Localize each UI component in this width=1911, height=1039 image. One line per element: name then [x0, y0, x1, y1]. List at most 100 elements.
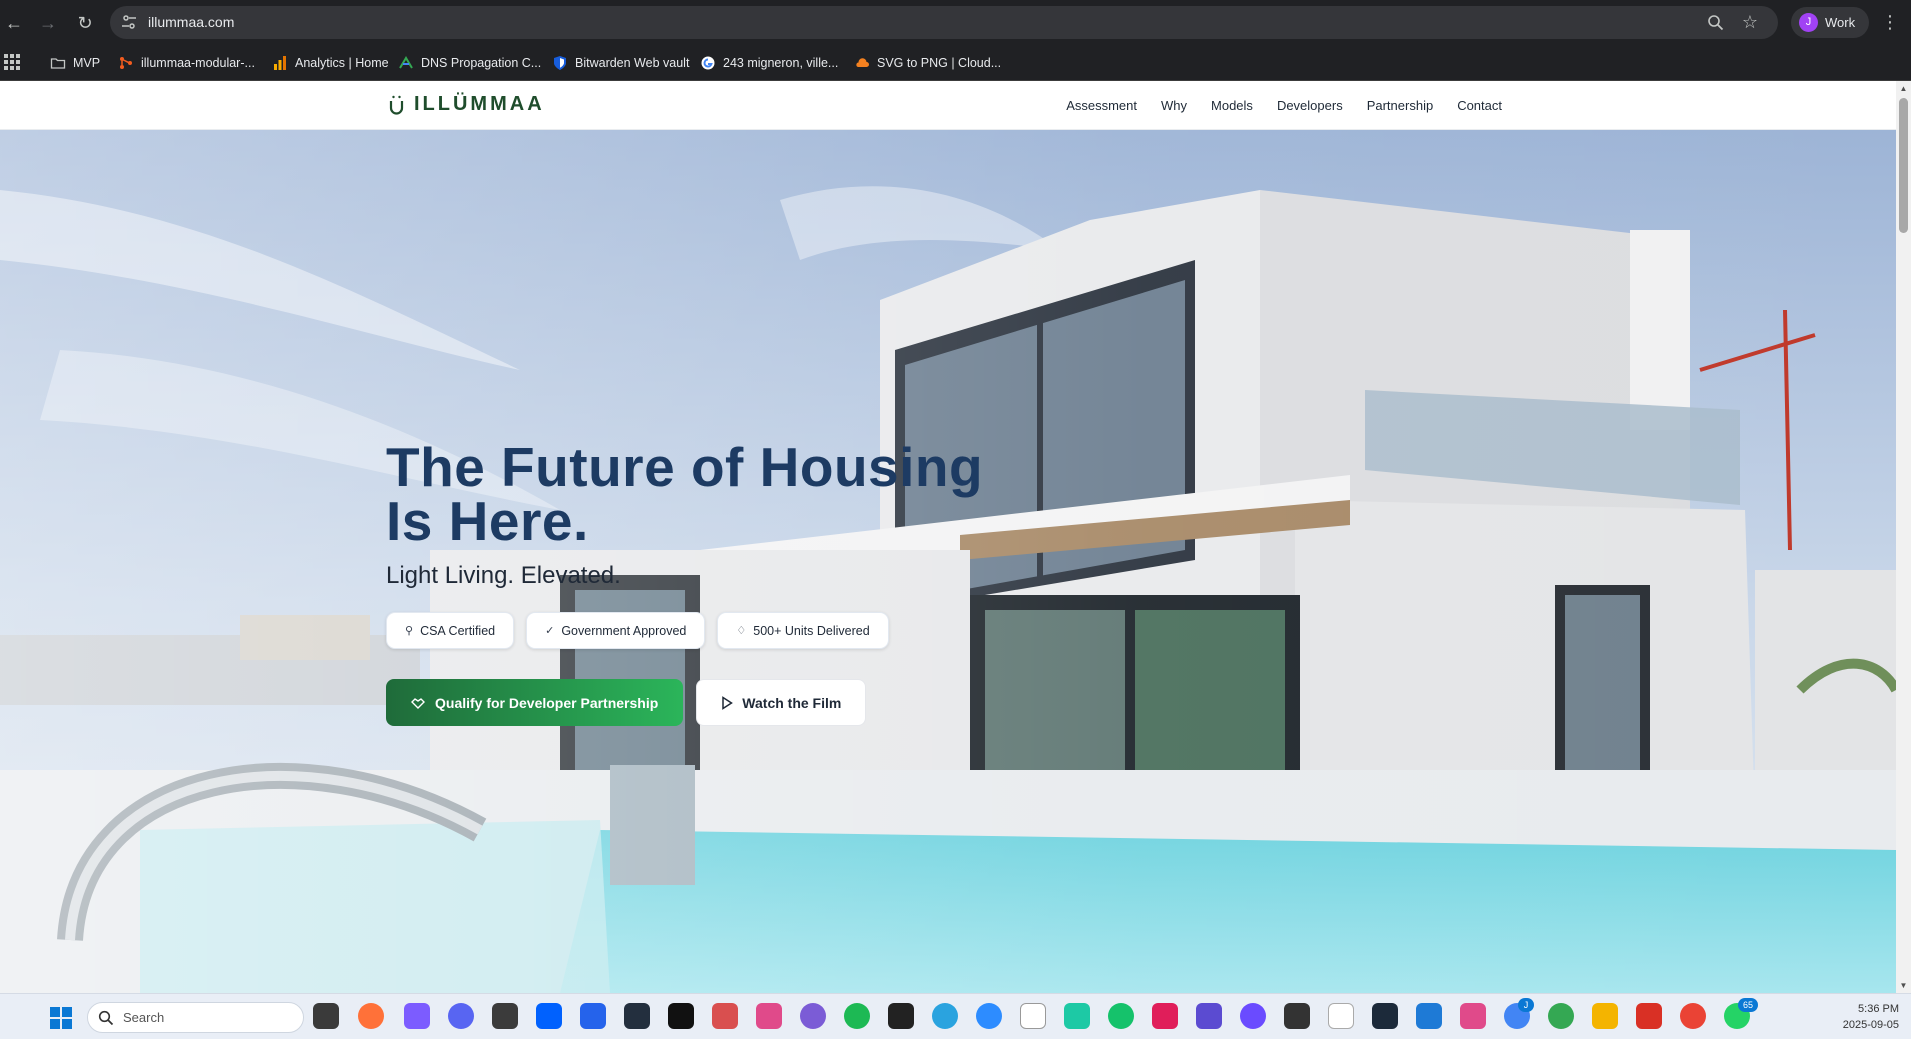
whatsapp-badge: 65 [1738, 998, 1758, 1012]
wikipedia-icon[interactable] [1328, 1003, 1354, 1029]
check-circle-icon: ✓ [545, 625, 555, 637]
address-bar[interactable]: illummaa.com ☆ [110, 6, 1778, 39]
nav-link-assessment[interactable]: Assessment [1066, 98, 1137, 113]
chrome-profile-badge: J [1518, 998, 1534, 1012]
trophy-icon: ♢ [736, 625, 747, 637]
back-arrow-icon[interactable]: ← [2, 11, 26, 35]
app-icon[interactable] [492, 1003, 518, 1029]
qualify-partnership-button[interactable]: Qualify for Developer Partnership [386, 679, 684, 726]
camera-app-icon[interactable] [888, 1003, 914, 1029]
search-icon [98, 1010, 114, 1026]
badge-csa-certified: ⚲ CSA Certified [386, 612, 515, 649]
windows-start-icon[interactable] [50, 1007, 72, 1029]
capcut-icon[interactable] [668, 1003, 694, 1029]
main-nav: Assessment Why Models Developers Partner… [1066, 81, 1502, 130]
hero-actions: Qualify for Developer Partnership Watch … [386, 679, 867, 726]
page-viewport: ILLÜMMAA Assessment Why Models Developer… [0, 81, 1896, 993]
watch-film-button[interactable]: Watch the Film [696, 679, 867, 726]
chrome-3-icon[interactable] [1680, 1003, 1706, 1029]
scroll-down-arrow-icon[interactable]: ▼ [1896, 978, 1911, 993]
bookmark-star-icon[interactable]: ☆ [1742, 12, 1758, 33]
taskbar-search[interactable]: Search [87, 1002, 304, 1033]
reload-icon[interactable]: ↻ [73, 11, 97, 35]
acrobat-icon[interactable] [1636, 1003, 1662, 1029]
microsoft-store-icon[interactable] [580, 1003, 606, 1029]
zoom-app-icon[interactable] [976, 1003, 1002, 1029]
hero-title-line-1: The Future of Housing [386, 436, 984, 498]
camera-icon[interactable] [1372, 1003, 1398, 1029]
site-logo[interactable]: ILLÜMMAA [389, 93, 545, 116]
bookmark-item[interactable]: illummaa-modular-... [118, 45, 255, 81]
git-icon [120, 57, 132, 69]
bookmark-item[interactable]: DNS Propagation C... [398, 45, 541, 81]
nav-link-contact[interactable]: Contact [1457, 98, 1502, 113]
audio-app-icon[interactable] [1284, 1003, 1310, 1029]
copilot-icon[interactable] [404, 1003, 430, 1029]
folder-icon [50, 58, 66, 69]
hero-title-line-2: Is Here. [386, 490, 589, 552]
bookmark-item[interactable]: Bitwarden Web vault [552, 45, 689, 81]
forward-arrow-icon[interactable]: → [36, 11, 60, 35]
shield-icon [554, 56, 566, 70]
browser-toolbar: ← → ↻ illummaa.com ☆ J Work ⋮ [0, 0, 1911, 45]
clock-time: 5:36 PM [1858, 1003, 1899, 1015]
grammarly-icon[interactable] [1108, 1003, 1134, 1029]
chrome-2-icon[interactable] [1548, 1003, 1574, 1029]
nav-link-why[interactable]: Why [1161, 98, 1187, 113]
nav-link-developers[interactable]: Developers [1277, 98, 1343, 113]
nav-link-partnership[interactable]: Partnership [1367, 98, 1433, 113]
page-scrollbar[interactable]: ▲ ▼ [1896, 81, 1911, 993]
dropbox-icon[interactable] [536, 1003, 562, 1029]
amazon-icon[interactable] [624, 1003, 650, 1029]
scrollbar-thumb[interactable] [1899, 98, 1908, 233]
scroll-up-arrow-icon[interactable]: ▲ [1896, 81, 1911, 96]
notes-app-icon[interactable] [1416, 1003, 1442, 1029]
badge-government-approved: ✓ Government Approved [526, 612, 706, 649]
firefox-icon[interactable] [358, 1003, 384, 1029]
avatar: J [1799, 13, 1818, 32]
app-star-icon[interactable] [756, 1003, 782, 1029]
bookmark-item[interactable]: 243 migneron, ville... [700, 45, 838, 81]
notepad-icon[interactable] [1020, 1003, 1046, 1029]
hero-subtitle: Light Living. Elevated. [386, 562, 621, 589]
more-menu-icon[interactable]: ⋮ [1880, 11, 1900, 35]
analytics-icon [274, 56, 286, 70]
hero-background-image [0, 130, 1896, 993]
url-text[interactable]: illummaa.com [148, 6, 234, 39]
file-explorer-icon[interactable] [1592, 1003, 1618, 1029]
slack-icon[interactable] [1152, 1003, 1178, 1029]
apps-grid-icon[interactable] [4, 54, 20, 70]
list-app-icon[interactable] [1196, 1003, 1222, 1029]
task-view-icon[interactable] [313, 1003, 339, 1029]
award-icon: ⚲ [405, 625, 414, 637]
headphones-icon[interactable] [1240, 1003, 1266, 1029]
spotify-icon[interactable] [844, 1003, 870, 1029]
profile-name: Work [1825, 15, 1856, 30]
nav-link-models[interactable]: Models [1211, 98, 1253, 113]
bookmarks-bar: MVP illummaa-modular-... Analytics | Hom… [0, 45, 1911, 81]
bookmark-item[interactable]: SVG to PNG | Cloud... [854, 45, 1001, 81]
google-icon [701, 56, 715, 70]
badge-units-delivered: ♢ 500+ Units Delivered [717, 612, 889, 649]
handshake-icon [411, 697, 425, 709]
hero-title: The Future of Housing Is Here. [386, 440, 983, 549]
trust-badges: ⚲ CSA Certified ✓ Government Approved ♢ … [386, 612, 889, 649]
bookmark-item[interactable]: Analytics | Home [272, 45, 389, 81]
clock-app-icon[interactable] [800, 1003, 826, 1029]
windows-taskbar: Search J 65 5:36 PM 2025-09-05 [0, 993, 1911, 1039]
app-star-2-icon[interactable] [1460, 1003, 1486, 1029]
site-settings-icon[interactable] [121, 14, 137, 30]
zoom-icon[interactable] [1707, 14, 1724, 31]
profile-button[interactable]: J Work [1791, 7, 1869, 38]
snipping-tool-icon[interactable] [712, 1003, 738, 1029]
android-app-icon[interactable] [1064, 1003, 1090, 1029]
clock-date: 2025-09-05 [1842, 1019, 1899, 1031]
dns-icon [399, 56, 413, 69]
discord-icon[interactable] [448, 1003, 474, 1029]
hero-section: The Future of Housing Is Here. Light Liv… [0, 130, 1896, 993]
telegram-icon[interactable] [932, 1003, 958, 1029]
bookmark-item[interactable]: MVP [50, 45, 100, 81]
system-clock[interactable]: 5:36 PM 2025-09-05 [1843, 1001, 1899, 1033]
site-header: ILLÜMMAA Assessment Why Models Developer… [0, 81, 1896, 130]
search-placeholder: Search [123, 1010, 165, 1025]
